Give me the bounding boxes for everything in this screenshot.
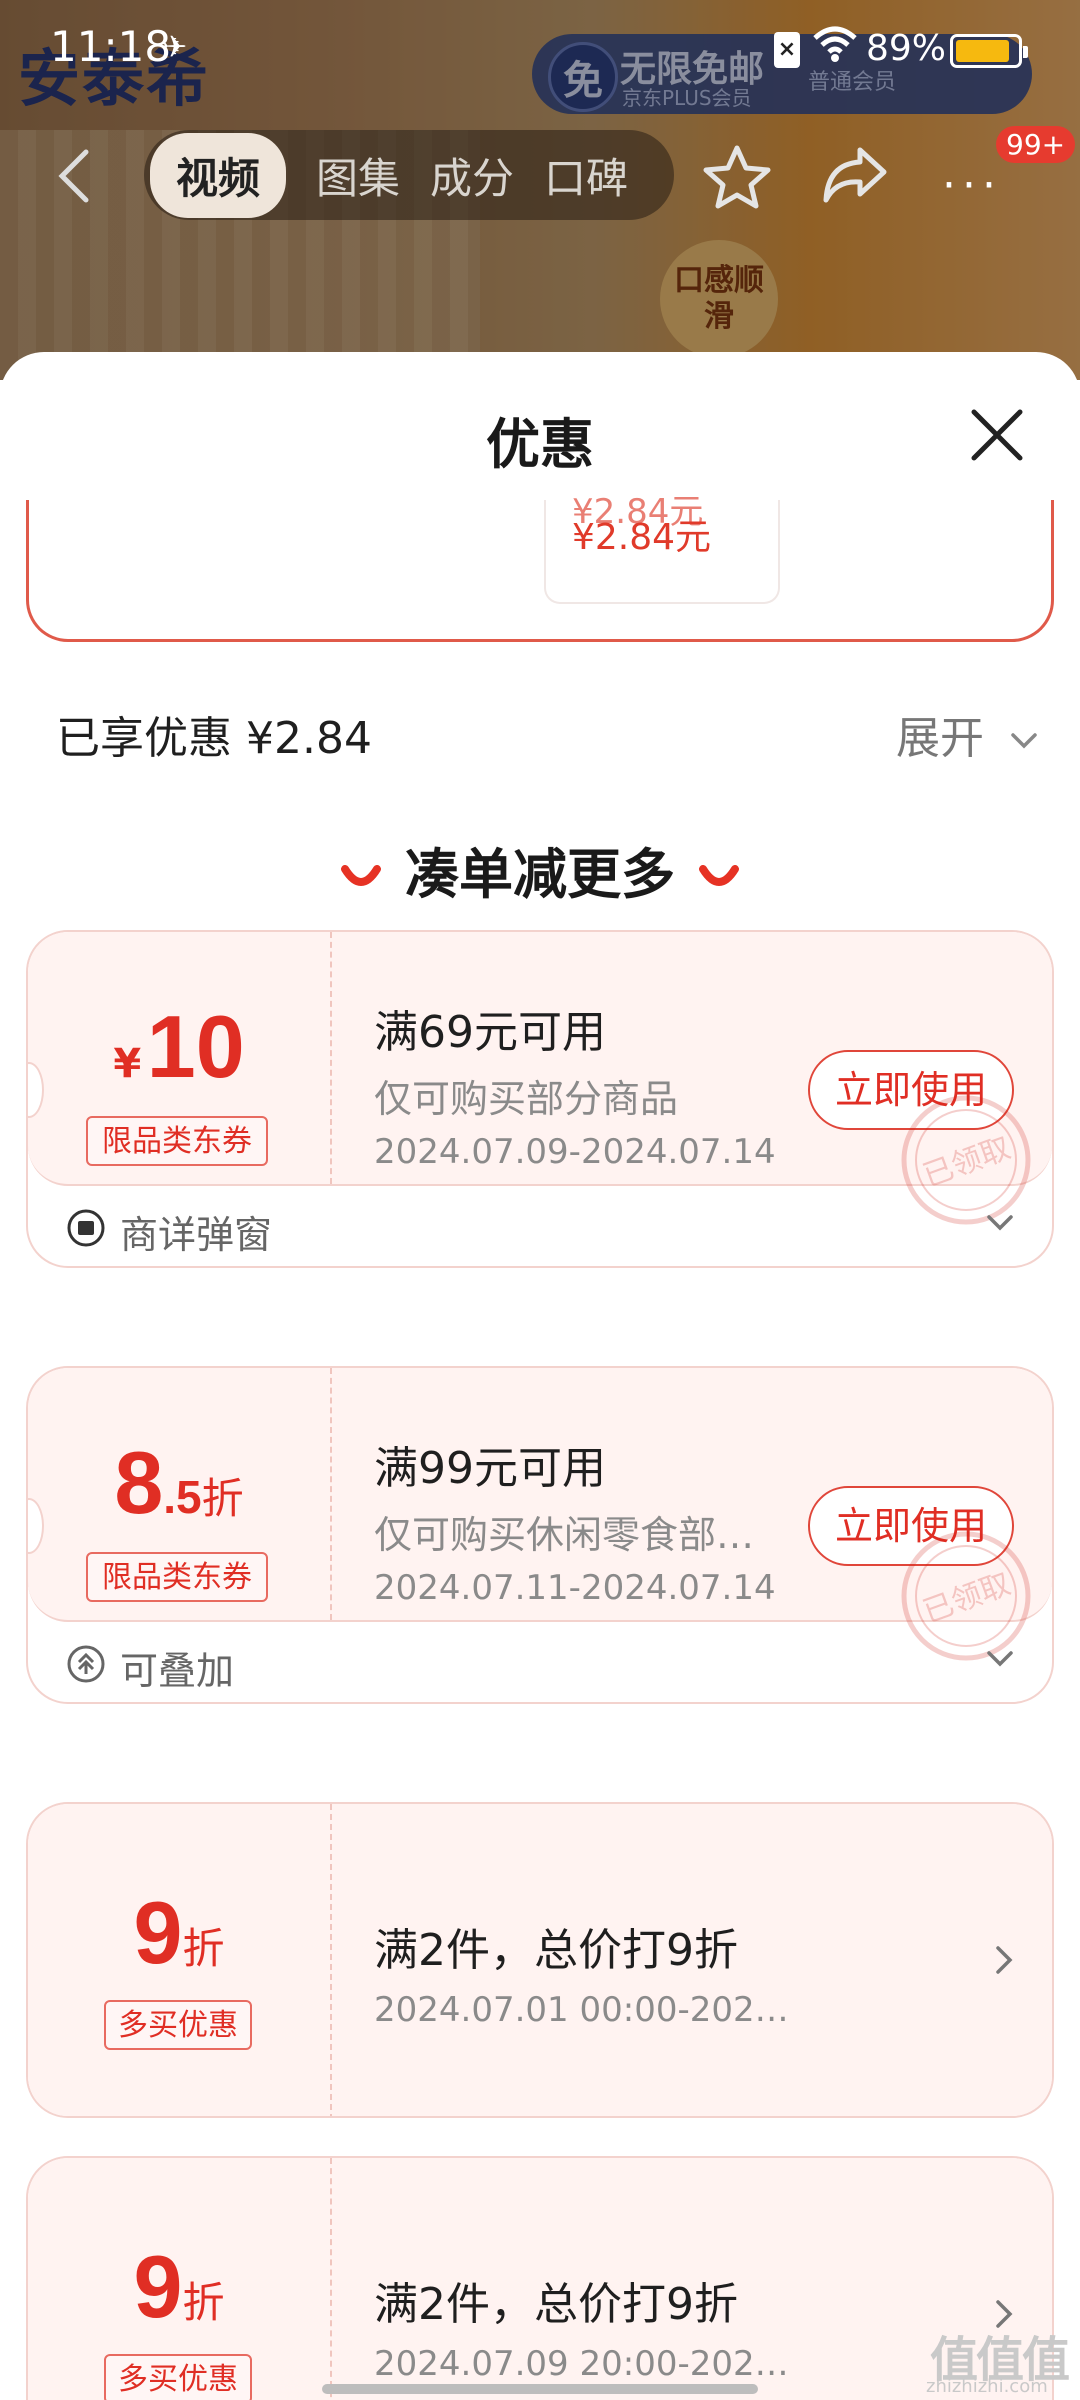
sim-icon: × <box>774 32 800 68</box>
coupon-validity: 2024.07.01 00:00-202… <box>374 1990 789 2030</box>
coupon-footer[interactable]: 可叠加 <box>28 1620 1052 1702</box>
coupon-divider <box>330 1368 332 1620</box>
media-tabs: 视频 图集 成分 口碑 <box>144 130 674 220</box>
coupon-amount-value: 8 <box>114 1433 164 1532</box>
coupon-amount-decimal: .5 <box>163 1471 202 1523</box>
close-icon[interactable] <box>966 404 1028 466</box>
battery-icon <box>950 34 1028 68</box>
coupon-amount: 9折 <box>28 2236 330 2338</box>
coupon-amount: 9折 <box>28 1882 330 1984</box>
coupon-card[interactable]: 9折 多买优惠 满2件，总价打9折 2024.07.01 00:00-202… <box>26 1802 1054 2118</box>
coupon-divider <box>330 1804 332 2116</box>
smile-decoration-icon <box>341 865 381 887</box>
coupon-description: 仅可购买休闲零食部… <box>374 1513 755 1557</box>
home-indicator[interactable] <box>322 2384 758 2394</box>
coupon-divider <box>330 932 332 1184</box>
popup-icon <box>67 1209 105 1247</box>
coupon-condition: 满2件，总价打9折 <box>374 2279 738 2330</box>
coupon-body: ¥ 10 限品类东券 满69元可用 仅可购买部分商品 2024.07.09-20… <box>28 932 1052 1225</box>
back-arrow-icon[interactable] <box>54 148 94 204</box>
coupon-amount-value: 10 <box>146 997 245 1096</box>
coupon-footer-label: 商详弹窗 <box>120 1213 273 1257</box>
section-title: 凑单减更多 <box>0 830 1080 909</box>
enjoyed-discount-text: 已享优惠 ¥2.84 <box>56 713 372 764</box>
tab-video[interactable]: 视频 <box>150 132 287 218</box>
status-bar: 11:18 ✈ × 89% <box>0 0 1080 100</box>
expand-button[interactable]: 展开 <box>896 702 1038 766</box>
coupon-type-tag: 限品类东券 <box>86 1552 268 1602</box>
coupon-validity: 2024.07.09 20:00-202… <box>374 2344 789 2384</box>
price-breakdown-value: ¥2.84元 <box>572 517 712 558</box>
coupon-condition: 满99元可用 <box>374 1443 606 1494</box>
price-breakdown-item: ¥2.84元 ¥2.84元 <box>544 492 780 604</box>
battery-percent: 89% <box>866 28 947 69</box>
more-options-icon[interactable]: ··· <box>942 160 1002 211</box>
top-navigation: 视频 图集 成分 口碑 ··· 99+ <box>0 120 1080 230</box>
coupon-footer-label: 可叠加 <box>120 1649 235 1693</box>
coupon-card: ¥ 10 限品类东券 满69元可用 仅可购买部分商品 2024.07.09-20… <box>26 930 1054 1268</box>
coupon-amount-unit: 折 <box>182 2278 225 2327</box>
message-count-badge: 99+ <box>996 126 1076 163</box>
coupon-divider <box>330 2158 332 2400</box>
coupon-amount-value: 9 <box>133 2237 183 2336</box>
chevron-down-icon <box>987 1651 1013 1667</box>
coupon-condition: 满69元可用 <box>374 1007 606 1058</box>
coupon-condition: 满2件，总价打9折 <box>374 1925 738 1976</box>
coupon-amount: 8.5折 <box>28 1432 330 1534</box>
coupon-footer[interactable]: 商详弹窗 <box>28 1184 1052 1266</box>
coupon-type-tag: 多买优惠 <box>104 2354 252 2400</box>
chevron-right-icon <box>996 1946 1013 1974</box>
status-time: 11:18 <box>50 22 172 71</box>
notification-icon: ✈ <box>162 30 188 65</box>
coupon-validity: 2024.07.09-2024.07.14 <box>374 1132 776 1172</box>
coupon-body: 8.5折 限品类东券 满99元可用 仅可购买休闲零食部… 2024.07.11-… <box>28 1368 1052 1661</box>
expand-label: 展开 <box>896 713 984 764</box>
price-breakdown-card <box>26 500 1054 642</box>
wifi-icon <box>813 26 857 62</box>
chevron-down-icon <box>987 1215 1013 1231</box>
coupon-amount-unit: 折 <box>201 1474 244 1523</box>
tab-gallery[interactable]: 图集 <box>316 145 400 206</box>
coupon-validity: 2024.07.11-2024.07.14 <box>374 1568 776 1608</box>
coupon-card: 8.5折 限品类东券 满99元可用 仅可购买休闲零食部… 2024.07.11-… <box>26 1366 1054 1704</box>
coupon-amount: ¥ 10 <box>28 996 330 1098</box>
section-title-text: 凑单减更多 <box>405 843 675 906</box>
watermark-url: zhizhizhi.com <box>926 2376 1048 2397</box>
sheet-title: 优惠 <box>486 413 594 476</box>
chevron-down-icon <box>1011 733 1037 749</box>
coupon-body: 9折 多买优惠 满2件，总价打9折 2024.07.01 00:00-202… <box>28 1804 1052 2116</box>
tab-reviews[interactable]: 口碑 <box>544 145 628 206</box>
coupon-description: 仅可购买部分商品 <box>374 1077 679 1121</box>
favorite-star-icon[interactable] <box>702 144 772 210</box>
discount-sheet: 优惠 ¥2.84元 ¥2.84元 已享优惠 ¥2.84 展开 凑单减更多 ¥ 1… <box>0 352 1080 2400</box>
currency-symbol: ¥ <box>113 1041 142 1087</box>
tab-ingredients[interactable]: 成分 <box>430 145 514 206</box>
coupon-type-tag: 多买优惠 <box>104 2000 252 2050</box>
coupon-body: 9折 多买优惠 满2件，总价打9折 2024.07.09 20:00-202… <box>28 2158 1052 2400</box>
coupon-amount-value: 9 <box>133 1883 183 1982</box>
coupon-card[interactable]: 9折 多买优惠 满2件，总价打9折 2024.07.09 20:00-202… <box>26 2156 1054 2400</box>
smile-decoration-icon <box>699 865 739 887</box>
coupon-type-tag: 限品类东券 <box>86 1116 268 1166</box>
share-icon[interactable] <box>820 144 890 206</box>
stackable-icon <box>67 1645 105 1683</box>
coupon-amount-unit: 折 <box>182 1924 225 1973</box>
